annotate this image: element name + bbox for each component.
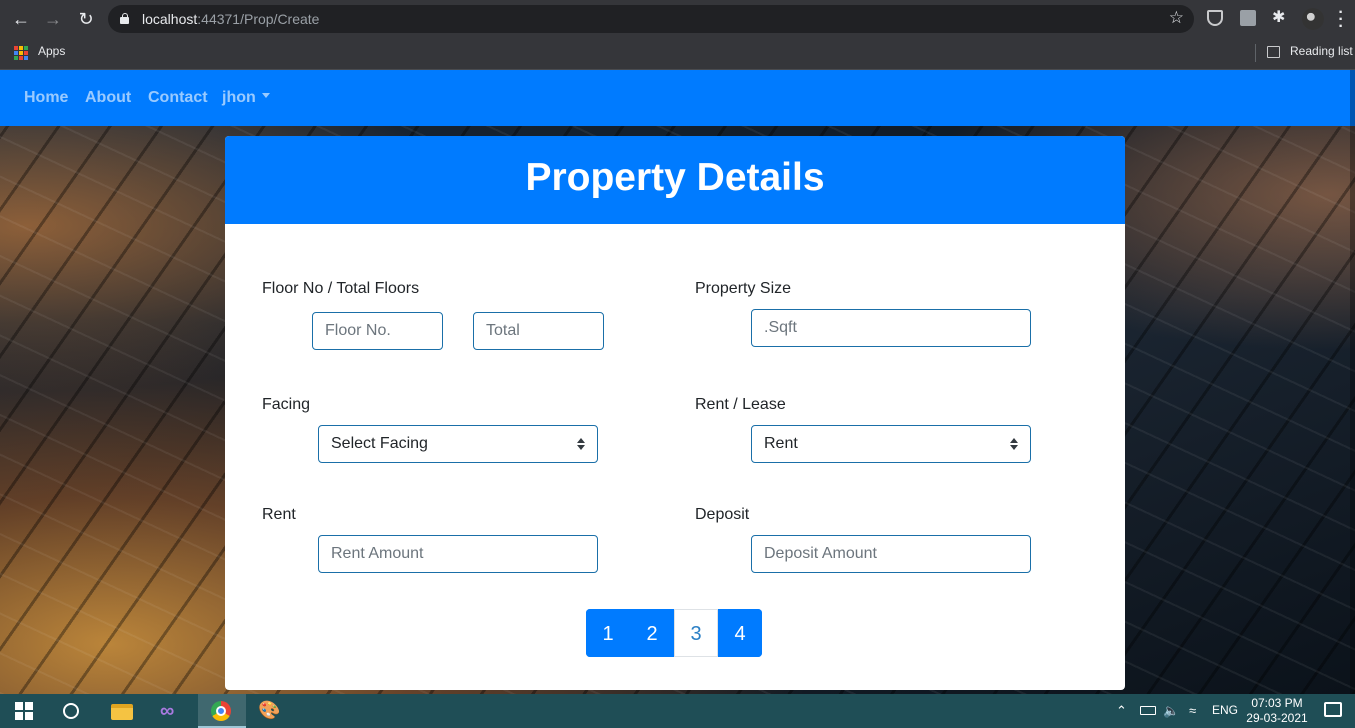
- property-size-label: Property Size: [695, 280, 792, 297]
- volume-icon[interactable]: 🔈: [1163, 703, 1179, 719]
- user-dropdown[interactable]: jhon: [222, 89, 270, 107]
- rent-lease-select[interactable]: Rent: [751, 425, 1031, 463]
- system-clock[interactable]: 07:03 PM 29-03-2021: [1246, 696, 1308, 726]
- paint-icon[interactable]: 🎨: [258, 700, 280, 720]
- language-indicator[interactable]: ENG: [1212, 703, 1238, 717]
- windows-taskbar: ∞ 🎨 ⌃ 🔈 ≈ ENG 07:03 PM 29-03-2021: [0, 694, 1355, 728]
- page-button-1[interactable]: 1: [586, 609, 630, 657]
- site-navbar: Home About Contact jhon: [0, 70, 1355, 126]
- lock-icon: [120, 13, 129, 24]
- rent-amount-input[interactable]: Rent Amount: [318, 535, 598, 573]
- url-text: localhost:44371/Prop/Create: [142, 11, 320, 27]
- wifi-icon[interactable]: ≈: [1189, 703, 1196, 718]
- card-header: Property Details: [225, 136, 1125, 224]
- property-form-card: Property Details Floor No / Total Floors…: [225, 136, 1125, 690]
- address-bar[interactable]: localhost:44371/Prop/Create ☆: [108, 5, 1194, 33]
- page-button-4[interactable]: 4: [718, 609, 762, 657]
- apps-bookmark[interactable]: Apps: [38, 44, 65, 58]
- browser-toolbar: ← → ↻ localhost:44371/Prop/Create ☆ ✱ · ·…: [0, 0, 1355, 38]
- notification-center-icon[interactable]: [1324, 702, 1342, 717]
- reload-icon[interactable]: ↻: [75, 8, 97, 30]
- windows-start-icon[interactable]: [15, 702, 33, 720]
- page-title: Property Details: [525, 156, 825, 199]
- bookmark-divider: [1255, 44, 1256, 62]
- select-arrows-icon: [1010, 438, 1018, 450]
- chevron-down-icon: [261, 93, 270, 99]
- bookmarks-bar: Apps Reading list: [0, 38, 1355, 70]
- deposit-amount-input[interactable]: Deposit Amount: [751, 535, 1031, 573]
- battery-icon[interactable]: [1140, 706, 1156, 715]
- facing-label: Facing: [262, 396, 311, 413]
- rent-label: Rent: [262, 506, 296, 523]
- rent-lease-select-value: Rent: [764, 435, 798, 452]
- nav-link-contact[interactable]: Contact: [148, 89, 208, 107]
- reading-list-button[interactable]: Reading list: [1290, 44, 1353, 58]
- floor-no-input[interactable]: Floor No.: [312, 312, 443, 350]
- clock-date: 29-03-2021: [1246, 711, 1308, 725]
- rent-lease-label: Rent / Lease: [695, 396, 786, 413]
- forward-icon[interactable]: →: [42, 8, 64, 30]
- cortana-icon[interactable]: [63, 703, 79, 719]
- select-arrows-icon: [577, 438, 585, 450]
- visual-studio-icon[interactable]: ∞: [160, 700, 182, 722]
- facing-select[interactable]: Select Facing: [318, 425, 598, 463]
- chrome-icon[interactable]: [211, 701, 231, 721]
- page-scrollbar[interactable]: [1350, 70, 1355, 694]
- property-size-input[interactable]: .Sqft: [751, 309, 1031, 347]
- extensions-puzzle-icon[interactable]: ✱: [1272, 10, 1290, 26]
- chevron-up-icon[interactable]: ⌃: [1116, 703, 1127, 719]
- user-name: jhon: [222, 89, 256, 106]
- clock-time: 07:03 PM: [1251, 696, 1303, 710]
- total-floors-input[interactable]: Total: [473, 312, 604, 350]
- file-explorer-icon[interactable]: [111, 704, 133, 720]
- nav-link-home[interactable]: Home: [24, 89, 68, 107]
- nav-link-about[interactable]: About: [85, 89, 131, 107]
- shield-extension-icon[interactable]: [1207, 10, 1223, 26]
- bookmark-star-icon[interactable]: ☆: [1169, 8, 1184, 28]
- page-viewport: Home About Contact jhon Property Details…: [0, 70, 1355, 694]
- profile-avatar[interactable]: [1302, 8, 1324, 30]
- pagination: 1 2 3 4: [586, 609, 762, 657]
- apps-grid-icon[interactable]: [14, 46, 28, 60]
- document-extension-icon[interactable]: [1240, 10, 1256, 26]
- deposit-label: Deposit: [695, 506, 750, 523]
- back-icon[interactable]: ←: [10, 8, 32, 30]
- page-button-2[interactable]: 2: [630, 609, 674, 657]
- facing-select-value: Select Facing: [331, 435, 428, 452]
- reading-list-icon[interactable]: [1267, 46, 1280, 58]
- floor-label: Floor No / Total Floors: [262, 280, 420, 297]
- page-button-3[interactable]: 3: [674, 609, 718, 657]
- browser-menu-icon[interactable]: · · ·: [1337, 5, 1345, 35]
